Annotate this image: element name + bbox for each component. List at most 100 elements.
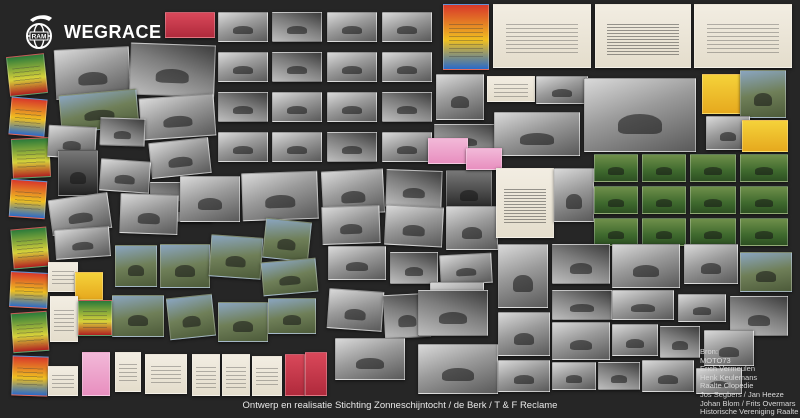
- motorcycle-silhouette: [655, 199, 673, 207]
- motorcycle-silhouette: [607, 199, 625, 207]
- photo-green: [642, 154, 686, 182]
- photo-bw: [552, 244, 610, 284]
- photo-bw: [598, 362, 640, 390]
- motorcycle-silhouette: [672, 341, 688, 350]
- photo-bw: [241, 170, 319, 222]
- photo-green: [642, 218, 686, 246]
- newspaper-clipping: [222, 354, 250, 396]
- motorcycle-silhouette: [631, 304, 655, 313]
- motorcycle-silhouette: [442, 368, 474, 382]
- photo-bw: [642, 360, 694, 392]
- motorcycle-silhouette: [356, 358, 384, 370]
- photo-bw: [218, 92, 268, 122]
- motorcycle-silhouette: [114, 174, 135, 185]
- motorcycle-silhouette: [168, 156, 193, 168]
- photo-bw: [612, 324, 658, 356]
- motorcycle-silhouette: [565, 375, 583, 383]
- motorcycle-silhouette: [233, 106, 253, 115]
- photo-bw: [390, 252, 438, 284]
- magazine-cover: [6, 53, 48, 97]
- newspaper-clipping: [493, 4, 591, 68]
- brand-name: WEGRACE: [64, 21, 162, 42]
- motorcycle-silhouette: [345, 262, 369, 272]
- photo-bw: [138, 93, 217, 141]
- motorcycle-silhouette: [155, 68, 190, 84]
- magazine-cover: [75, 272, 103, 300]
- photo-bw: [385, 169, 443, 209]
- motorcycle-silhouette: [514, 333, 534, 345]
- motorcycle-silhouette: [342, 66, 362, 75]
- motorcycle-silhouette: [128, 315, 148, 327]
- photo-green: [740, 218, 788, 246]
- motorcycle-silhouette: [439, 312, 467, 325]
- motorcycle-silhouette: [692, 307, 712, 315]
- motorcycle-silhouette: [198, 198, 222, 211]
- motorcycle-silhouette: [569, 263, 593, 274]
- photo-bw: [418, 290, 488, 336]
- collage-canvas: RAM WEGRACE Bron: MOTO73 Erich Vermeulen…: [0, 0, 800, 418]
- motorcycle-silhouette: [611, 375, 627, 383]
- motorcycle-silhouette: [182, 315, 201, 329]
- motorcycle-silhouette: [747, 315, 771, 326]
- motorcycle-silhouette: [397, 106, 417, 115]
- motorcycle-silhouette: [404, 267, 424, 276]
- photo-bw: [552, 362, 596, 390]
- motorcycle-silhouette: [607, 167, 625, 175]
- motorcycle-silhouette: [607, 231, 625, 239]
- photo-green: [642, 186, 686, 214]
- sticker: [305, 352, 327, 396]
- photo-bw: [382, 12, 432, 42]
- photo-color: [112, 295, 164, 337]
- motorcycle-silhouette: [514, 375, 534, 384]
- photo-bw: [321, 204, 381, 246]
- motorcycle-silhouette: [520, 133, 554, 145]
- photo-bw: [148, 136, 212, 180]
- photo-bw: [498, 312, 550, 356]
- photo-bw: [612, 244, 680, 288]
- photo-green: [594, 154, 638, 182]
- motorcycle-silhouette: [462, 227, 482, 239]
- motorcycle-silhouette: [397, 66, 417, 75]
- photo-green: [740, 154, 788, 182]
- newspaper-clipping: [192, 354, 220, 396]
- footer-credit: Ontwerp en realisatie Stichting Zonnesch…: [242, 400, 558, 411]
- motorcycle-silhouette: [513, 274, 533, 293]
- photo-bw: [129, 42, 216, 98]
- motorcycle-silhouette: [632, 265, 660, 277]
- motorcycle-silhouette: [162, 115, 193, 129]
- photo-bw: [418, 344, 498, 394]
- motorcycle-silhouette: [68, 211, 93, 225]
- motorcycle-silhouette: [704, 199, 722, 207]
- motorcycle-silhouette: [71, 241, 94, 251]
- photo-bw: [660, 326, 700, 358]
- photo-bw: [99, 117, 146, 147]
- photo-bw: [272, 92, 322, 122]
- photo-color: [262, 217, 312, 263]
- newspaper-clipping: [48, 366, 78, 396]
- motorcycle-silhouette: [265, 194, 296, 209]
- photo-bw: [218, 132, 268, 162]
- motorcycle-silhouette: [113, 131, 132, 140]
- programme-leaflet: [428, 138, 468, 164]
- photo-bw: [272, 132, 322, 162]
- photo-bw: [552, 322, 610, 360]
- photo-bw: [446, 206, 498, 250]
- motorcycle-silhouette: [128, 265, 144, 277]
- motorcycle-silhouette: [233, 66, 253, 75]
- motorcycle-silhouette: [287, 66, 307, 75]
- photo-color: [740, 70, 786, 118]
- photo-bw: [382, 52, 432, 82]
- magazine-cover: [10, 310, 50, 354]
- motorcycle-silhouette: [754, 231, 774, 239]
- newspaper-clipping: [487, 76, 535, 102]
- photo-bw: [326, 288, 385, 332]
- motorcycle-silhouette: [704, 167, 722, 175]
- magazine-cover: [10, 137, 52, 179]
- motorcycle-silhouette: [278, 275, 301, 287]
- motorcycle-silhouette: [77, 71, 108, 87]
- motorcycle-silhouette: [626, 339, 644, 348]
- magazine-cover: [8, 96, 48, 138]
- photo-color: [260, 257, 319, 297]
- photo-bw: [382, 132, 432, 162]
- motorcycle-silhouette: [225, 255, 247, 269]
